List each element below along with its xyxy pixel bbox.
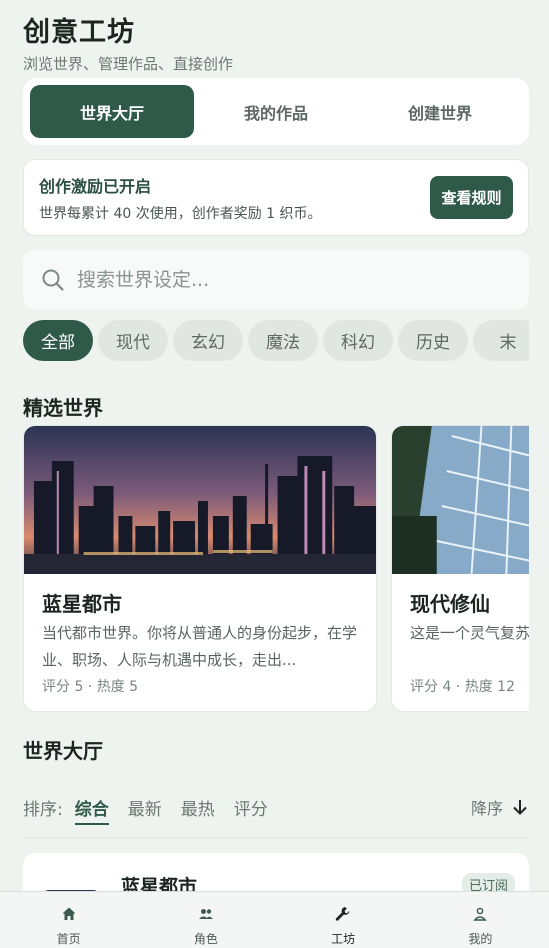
featured-card-meta: 评分 5 · 热度 5 — [42, 679, 139, 695]
featured-carousel: 蓝星都市 当代都市世界。你将从普通人的身份起步，在学业、职场、人际与机遇中成长，… — [23, 425, 529, 713]
page-header: 创意工坊 浏览世界、管理作品、直接创作 — [23, 10, 233, 74]
featured-card[interactable]: 现代修仙 这是一个灵气复苏的世界，天地灵气重新充盈 评分 4 · 热度 12 — [391, 425, 529, 712]
featured-card-description: 当代都市世界。你将从普通人的身份起步，在学业、职场、人际与机遇中成长，走出... — [42, 624, 358, 669]
tab-create-world[interactable]: 创建世界 — [358, 85, 522, 138]
tab-world-hall[interactable]: 世界大厅 — [30, 85, 194, 138]
featured-card-description: 这是一个灵气复苏的世界，天地灵气重新充盈 — [410, 624, 529, 642]
nav-item-me[interactable]: 我的 — [412, 892, 549, 948]
page-title: 创意工坊 — [23, 17, 135, 48]
promo-banner: 创作激励已开启 世界每累计 40 次使用，创作者奖励 1 织币。 查看规则 — [23, 159, 529, 236]
hall-section-title: 世界大厅 — [23, 739, 103, 763]
city-skyline-image — [24, 426, 376, 574]
glass-building-image — [392, 426, 529, 574]
featured-card-title: 现代修仙 — [410, 592, 490, 616]
category-chip-apocalypse[interactable]: 末 — [473, 320, 529, 361]
view-rules-button[interactable]: 查看规则 — [430, 176, 513, 219]
bottom-navigation: 首页 角色 工坊 我的 — [0, 891, 549, 948]
person-icon — [473, 907, 488, 921]
category-chip-modern[interactable]: 现代 — [98, 320, 168, 361]
category-chip-fantasy[interactable]: 玄幻 — [173, 320, 243, 361]
category-chip-magic[interactable]: 魔法 — [248, 320, 318, 361]
category-chip-history[interactable]: 历史 — [398, 320, 468, 361]
featured-card-meta: 评分 4 · 热度 12 — [410, 679, 515, 695]
people-icon — [198, 909, 213, 919]
home-icon — [62, 907, 76, 920]
sort-bar: 排序: 综合 最新 最热 评分 降序 — [23, 795, 529, 838]
sort-order-toggle[interactable]: 降序 — [471, 795, 529, 819]
nav-label: 工坊 — [331, 932, 356, 946]
nav-label: 我的 — [468, 932, 493, 946]
category-filter: 全部 现代 玄幻 魔法 科幻 历史末 — [23, 320, 529, 362]
nav-label: 首页 — [56, 932, 81, 946]
nav-label: 角色 — [193, 932, 218, 946]
tab-my-works[interactable]: 我的作品 — [194, 85, 358, 138]
search-input[interactable] — [77, 268, 477, 291]
nav-item-characters[interactable]: 角色 — [137, 892, 274, 948]
nav-item-home[interactable]: 首页 — [0, 892, 137, 948]
search-bar[interactable] — [23, 250, 529, 309]
nav-item-workshop[interactable]: 工坊 — [275, 892, 412, 948]
search-icon — [42, 269, 64, 291]
wrench-icon — [335, 907, 350, 921]
sort-label: 排序: — [23, 800, 63, 820]
sort-option-rating[interactable]: 评分 — [234, 795, 268, 820]
featured-section-title: 精选世界 — [23, 396, 103, 420]
category-chip-all[interactable]: 全部 — [23, 320, 93, 361]
sort-option-hottest[interactable]: 最热 — [181, 795, 215, 820]
sort-option-newest[interactable]: 最新 — [128, 795, 162, 820]
sort-option-overall[interactable]: 综合 — [74, 795, 109, 825]
page-subtitle: 浏览世界、管理作品、直接创作 — [23, 55, 234, 73]
arrow-down-icon — [513, 800, 527, 815]
workshop-tabs: 世界大厅 我的作品 创建世界 — [23, 78, 529, 145]
featured-card[interactable]: 蓝星都市 当代都市世界。你将从普通人的身份起步，在学业、职场、人际与机遇中成长，… — [23, 425, 377, 712]
category-chip-scifi[interactable]: 科幻 — [323, 320, 393, 361]
sort-order-label: 降序 — [470, 799, 503, 818]
featured-card-title: 蓝星都市 — [42, 592, 122, 616]
